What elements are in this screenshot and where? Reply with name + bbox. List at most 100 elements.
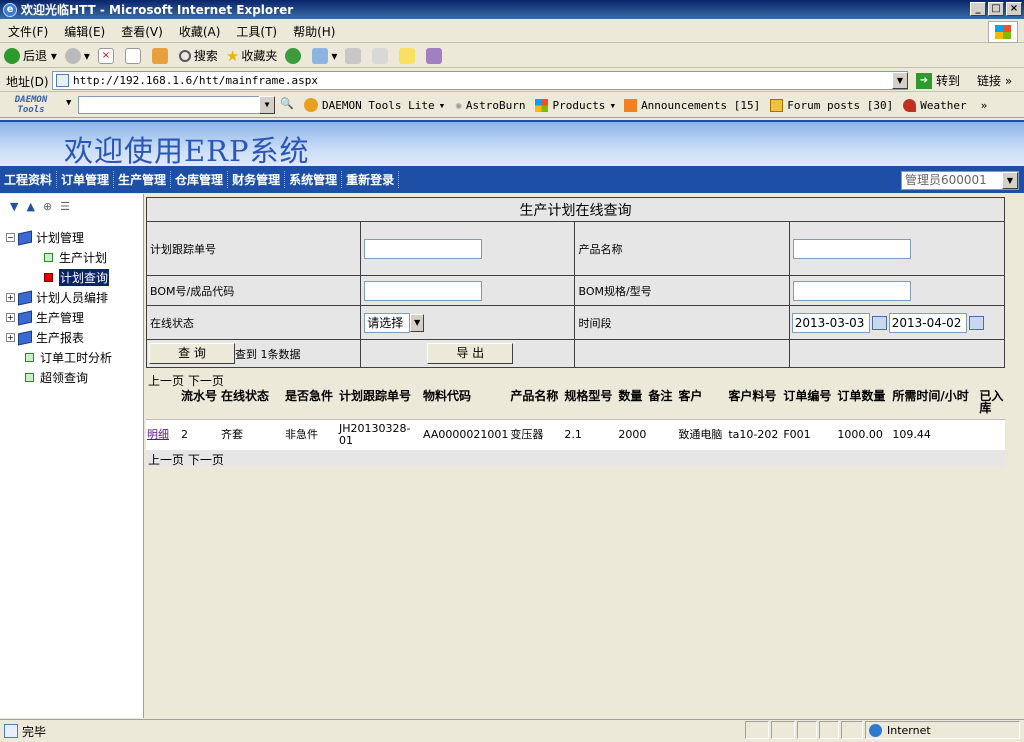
- expand-node-icon[interactable]: +: [6, 293, 15, 302]
- print-button[interactable]: [341, 47, 368, 64]
- announcements-link[interactable]: Announcements [15]: [641, 99, 760, 112]
- next-page-link[interactable]: 下一页: [188, 453, 224, 467]
- col-header: 已入库: [978, 388, 1005, 420]
- edit-button[interactable]: [368, 47, 395, 64]
- mail-icon: [312, 47, 329, 64]
- nav-engineering[interactable]: 工程资料: [0, 171, 58, 188]
- status-cell: [745, 721, 769, 739]
- tree-node-prod-mgmt[interactable]: + 生产管理: [6, 309, 84, 326]
- tree-node-staff-plan[interactable]: + 计划人员编排: [6, 289, 108, 306]
- weather-link[interactable]: Weather: [920, 99, 966, 112]
- expand-node-icon[interactable]: +: [6, 313, 15, 322]
- address-input[interactable]: http://192.168.1.6/htt/mainframe.aspx: [52, 71, 908, 90]
- daemon-menu-arrow[interactable]: ▼: [66, 98, 71, 108]
- astroburn-link[interactable]: AstroBurn: [466, 99, 526, 112]
- address-bar: 地址(D) http://192.168.1.6/htt/mainframe.a…: [0, 69, 1024, 92]
- go-button[interactable]: ➜ 转到: [916, 72, 960, 89]
- favorites-button[interactable]: ★ 收藏夹: [222, 47, 281, 65]
- nav-finance[interactable]: 财务管理: [228, 171, 286, 188]
- menu-favorites[interactable]: 收藏(A): [171, 23, 229, 40]
- col-header: 数量: [617, 388, 648, 420]
- plan-no-input[interactable]: [364, 238, 483, 259]
- address-dropdown-arrow[interactable]: ▼: [892, 72, 908, 89]
- calendar-icon[interactable]: [968, 315, 984, 330]
- back-button[interactable]: 后退 ▾: [0, 47, 61, 64]
- tree-node-plan-query[interactable]: 计划查询: [44, 269, 110, 286]
- collapse-node-icon[interactable]: −: [6, 233, 15, 242]
- nav-production[interactable]: 生产管理: [114, 171, 172, 188]
- nav-warehouse[interactable]: 仓库管理: [171, 171, 229, 188]
- table-cell: 1000.00: [836, 419, 892, 450]
- daemon-search-dropdown[interactable]: ▼: [259, 96, 275, 114]
- home-button[interactable]: [148, 47, 175, 64]
- collapse-all-icon[interactable]: ▲: [26, 200, 34, 213]
- query-button[interactable]: 查 询: [149, 343, 235, 364]
- stop-button[interactable]: ×: [94, 47, 121, 64]
- detail-link[interactable]: 明细: [147, 428, 169, 441]
- bom-code-input[interactable]: [364, 280, 483, 301]
- period-label: 时间段: [574, 305, 790, 340]
- status-select-arrow[interactable]: ▼: [410, 313, 425, 332]
- tree-node-plan-mgmt[interactable]: − 计划管理: [6, 229, 84, 246]
- products-dropdown[interactable]: ▾: [609, 99, 616, 112]
- product-name-input[interactable]: [792, 238, 911, 259]
- tree-collapse-icon[interactable]: ☰: [60, 200, 70, 213]
- print-icon: [345, 47, 362, 64]
- messenger-button[interactable]: [422, 47, 449, 64]
- tree-node-order-hours[interactable]: 订单工时分析: [25, 349, 112, 366]
- app-header: 欢迎使用ERP系统: [0, 120, 1024, 168]
- refresh-button[interactable]: [121, 47, 148, 64]
- date-from-input[interactable]: 2013-03-03: [791, 312, 870, 333]
- forward-button[interactable]: ▾: [61, 47, 94, 64]
- bom-spec-input[interactable]: [792, 280, 911, 301]
- daemon-search-icon[interactable]: 🔍: [280, 97, 294, 110]
- menu-view[interactable]: 查看(V): [113, 23, 171, 40]
- menu-edit[interactable]: 编辑(E): [56, 23, 113, 40]
- discuss-button[interactable]: [395, 47, 422, 64]
- menu-help[interactable]: 帮助(H): [285, 23, 343, 40]
- tree-node-prod-plan[interactable]: 生产计划: [44, 249, 107, 266]
- ie-icon: e: [3, 2, 17, 17]
- history-button[interactable]: [281, 47, 308, 64]
- table-cell: 齐套: [220, 419, 284, 450]
- tree-expand-icon[interactable]: ⊕: [43, 200, 52, 213]
- daemon-toolbar: DAEMON Tools ▼ ▼ 🔍 DAEMON Tools Lite ▾ ✺ As…: [0, 93, 1024, 118]
- user-select-arrow[interactable]: ▼: [1002, 172, 1018, 189]
- mail-button[interactable]: ▾: [308, 47, 341, 64]
- tree-node-prod-report[interactable]: + 生产报表: [6, 329, 84, 346]
- maximize-button[interactable]: □: [988, 2, 1004, 16]
- app-title: 欢迎使用ERP系统: [64, 134, 310, 168]
- more-chevron-icon[interactable]: »: [981, 99, 988, 112]
- links-button[interactable]: 链接 »: [977, 72, 1012, 89]
- close-button[interactable]: ×: [1006, 2, 1022, 16]
- search-button[interactable]: 搜索: [175, 47, 222, 64]
- astroburn-icon: ✺: [455, 98, 462, 112]
- nav-orders[interactable]: 订单管理: [57, 171, 115, 188]
- products-link[interactable]: Products: [552, 99, 605, 112]
- minimize-button[interactable]: _: [970, 2, 986, 16]
- expand-node-icon[interactable]: +: [6, 333, 15, 342]
- col-header: 物料代码: [422, 388, 510, 420]
- menu-tools[interactable]: 工具(T): [228, 23, 285, 40]
- export-button[interactable]: 导 出: [427, 343, 514, 364]
- form-title: 生产计划在线查询: [146, 197, 1005, 222]
- date-to-input[interactable]: 2013-04-02: [888, 312, 967, 333]
- messenger-icon: [426, 47, 443, 64]
- calendar-icon[interactable]: [871, 315, 887, 330]
- status-select[interactable]: 请选择 ▼: [364, 312, 571, 333]
- tree-node-over-query[interactable]: 超领查询: [25, 369, 88, 386]
- table-cell: 2.1: [563, 419, 618, 450]
- next-page-link[interactable]: 下一页: [188, 374, 224, 388]
- forum-link[interactable]: Forum posts [30]: [787, 99, 893, 112]
- expand-all-icon[interactable]: ▼: [10, 200, 18, 213]
- menu-file[interactable]: 文件(F): [0, 23, 56, 40]
- prev-page-link[interactable]: 上一页: [148, 453, 184, 467]
- table-cell: 109.44: [891, 419, 979, 450]
- daemon-search-input[interactable]: [78, 96, 260, 114]
- prev-page-link[interactable]: 上一页: [148, 374, 184, 388]
- daemon-lite-dropdown[interactable]: ▾: [439, 99, 446, 112]
- nav-relogin[interactable]: 重新登录: [342, 171, 400, 188]
- daemon-lite-link[interactable]: DAEMON Tools Lite: [322, 99, 435, 112]
- nav-system[interactable]: 系统管理: [285, 171, 343, 188]
- col-header: 备注: [647, 388, 678, 420]
